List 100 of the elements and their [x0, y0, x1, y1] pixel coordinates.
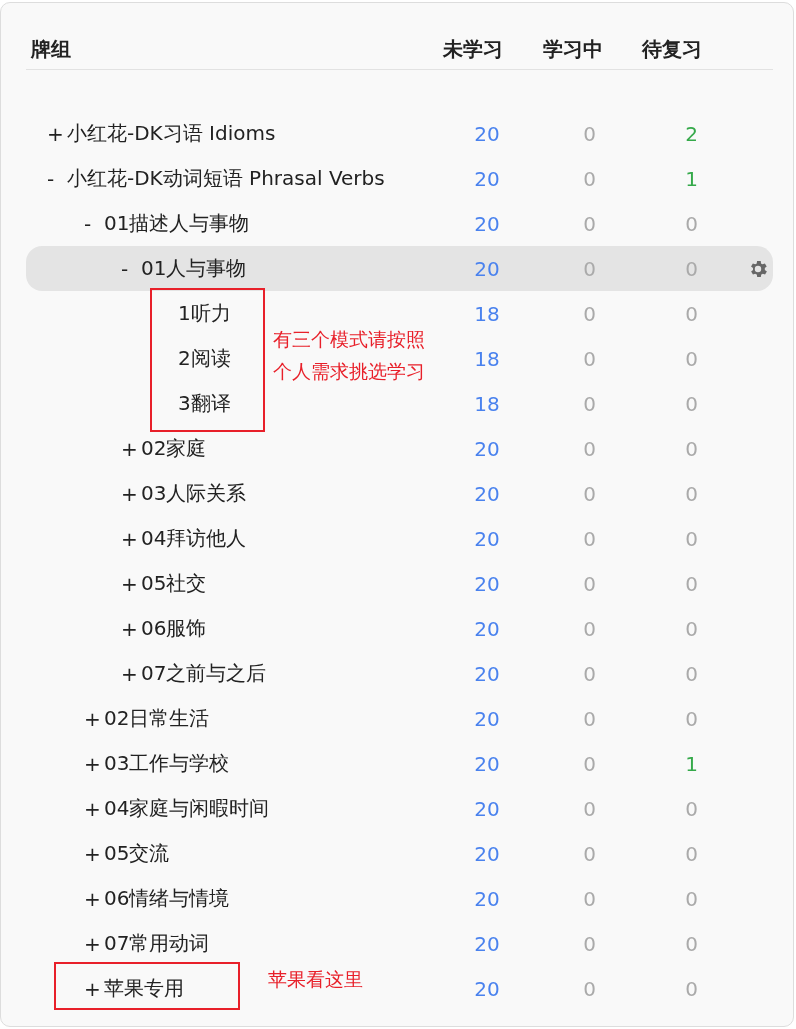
- card-count: 0: [685, 436, 698, 461]
- expand-toggle[interactable]: +: [84, 751, 104, 776]
- card-count: 20: [474, 526, 500, 551]
- expand-toggle[interactable]: +: [121, 571, 141, 596]
- card-count: 0: [685, 886, 698, 911]
- column-header: 牌组: [30, 35, 72, 63]
- deck-name[interactable]: 3翻译: [178, 390, 231, 417]
- card-count: 20: [474, 706, 500, 731]
- deck-name[interactable]: 07之前与之后: [141, 660, 267, 687]
- deck-name[interactable]: 03人际关系: [141, 480, 247, 507]
- deck-name[interactable]: 03工作与学校: [104, 750, 230, 777]
- card-count: 0: [583, 211, 596, 236]
- card-count: 1: [685, 751, 698, 776]
- card-count: 0: [583, 796, 596, 821]
- card-count: 20: [474, 211, 500, 236]
- card-count: 0: [583, 526, 596, 551]
- card-count: 18: [474, 346, 500, 371]
- annotation-note: 苹果看这里: [268, 967, 363, 992]
- deck-name[interactable]: 小红花-DK动词短语 Phrasal Verbs: [67, 165, 385, 192]
- expand-toggle[interactable]: -: [121, 256, 141, 281]
- expand-toggle[interactable]: +: [84, 931, 104, 956]
- card-count: 20: [474, 886, 500, 911]
- card-count: 0: [685, 391, 698, 416]
- expand-toggle[interactable]: +: [121, 481, 141, 506]
- card-count: 20: [474, 121, 500, 146]
- card-count: 20: [474, 796, 500, 821]
- card-count: 20: [474, 931, 500, 956]
- card-count: 0: [583, 436, 596, 461]
- card-count: 0: [583, 931, 596, 956]
- card-count: 0: [583, 571, 596, 596]
- expand-toggle[interactable]: +: [121, 436, 141, 461]
- expand-toggle[interactable]: +: [84, 841, 104, 866]
- expand-toggle[interactable]: -: [47, 166, 67, 191]
- card-count: 0: [583, 166, 596, 191]
- card-count: 0: [583, 886, 596, 911]
- card-count: 18: [474, 301, 500, 326]
- deck-name[interactable]: 01描述人与事物: [104, 210, 250, 237]
- card-count: 20: [474, 256, 500, 281]
- deck-name[interactable]: 05交流: [104, 840, 170, 867]
- column-header: 待复习: [640, 35, 703, 63]
- expand-toggle[interactable]: +: [84, 706, 104, 731]
- card-count: 0: [583, 301, 596, 326]
- card-count: 0: [685, 661, 698, 686]
- deck-name[interactable]: 04拜访他人: [141, 525, 247, 552]
- card-count: 0: [685, 301, 698, 326]
- annotation-note: 有三个模式请按照个人需求挑选学习: [273, 327, 426, 384]
- card-count: 20: [474, 436, 500, 461]
- card-count: 20: [474, 976, 500, 1001]
- card-count: 18: [474, 391, 500, 416]
- card-count: 2: [685, 121, 698, 146]
- card-count: 0: [583, 616, 596, 641]
- card-count: 20: [474, 571, 500, 596]
- card-count: 20: [474, 166, 500, 191]
- expand-toggle[interactable]: +: [47, 121, 67, 146]
- card-count: 0: [685, 256, 698, 281]
- expand-toggle[interactable]: -: [84, 211, 104, 236]
- card-count: 0: [685, 976, 698, 1001]
- deck-name[interactable]: 06情绪与情境: [104, 885, 230, 912]
- card-count: 1: [685, 166, 698, 191]
- card-count: 0: [685, 211, 698, 236]
- card-count: 20: [474, 481, 500, 506]
- deck-name[interactable]: 02家庭: [141, 435, 207, 462]
- expand-toggle[interactable]: +: [84, 796, 104, 821]
- deck-name[interactable]: 1听力: [178, 300, 231, 327]
- card-count: 0: [685, 481, 698, 506]
- card-count: 0: [583, 661, 596, 686]
- deck-name[interactable]: 2阅读: [178, 345, 231, 372]
- card-count: 0: [685, 931, 698, 956]
- card-count: 0: [685, 796, 698, 821]
- card-count: 20: [474, 661, 500, 686]
- deck-name[interactable]: 苹果专用: [104, 975, 184, 1002]
- card-count: 0: [583, 976, 596, 1001]
- deck-name[interactable]: 07常用动词: [104, 930, 210, 957]
- card-count: 0: [685, 841, 698, 866]
- card-count: 0: [583, 391, 596, 416]
- column-header: 未学习: [442, 35, 504, 63]
- deck-name[interactable]: 05社交: [141, 570, 207, 597]
- card-count: 0: [685, 571, 698, 596]
- card-count: 20: [474, 841, 500, 866]
- expand-toggle[interactable]: +: [121, 661, 141, 686]
- card-count: 0: [583, 706, 596, 731]
- card-count: 0: [583, 256, 596, 281]
- card-count: 0: [685, 706, 698, 731]
- deck-name[interactable]: 小红花-DK习语 Idioms: [67, 120, 276, 147]
- deck-name[interactable]: 02日常生活: [104, 705, 210, 732]
- card-count: 0: [583, 121, 596, 146]
- expand-toggle[interactable]: +: [121, 616, 141, 641]
- deck-name[interactable]: 01人与事物: [141, 255, 247, 282]
- expand-toggle[interactable]: +: [84, 886, 104, 911]
- card-count: 20: [474, 751, 500, 776]
- deck-name[interactable]: 04家庭与闲暇时间: [104, 795, 270, 822]
- card-count: 0: [583, 751, 596, 776]
- card-count: 0: [685, 346, 698, 371]
- card-count: 0: [685, 526, 698, 551]
- selected-row-highlight[interactable]: - 01人与事物 20 0 0: [26, 246, 773, 291]
- card-count: 0: [685, 616, 698, 641]
- deck-name[interactable]: 06服饰: [141, 615, 207, 642]
- column-header: 学习中: [541, 35, 604, 63]
- expand-toggle[interactable]: +: [121, 526, 141, 551]
- expand-toggle[interactable]: +: [84, 976, 104, 1001]
